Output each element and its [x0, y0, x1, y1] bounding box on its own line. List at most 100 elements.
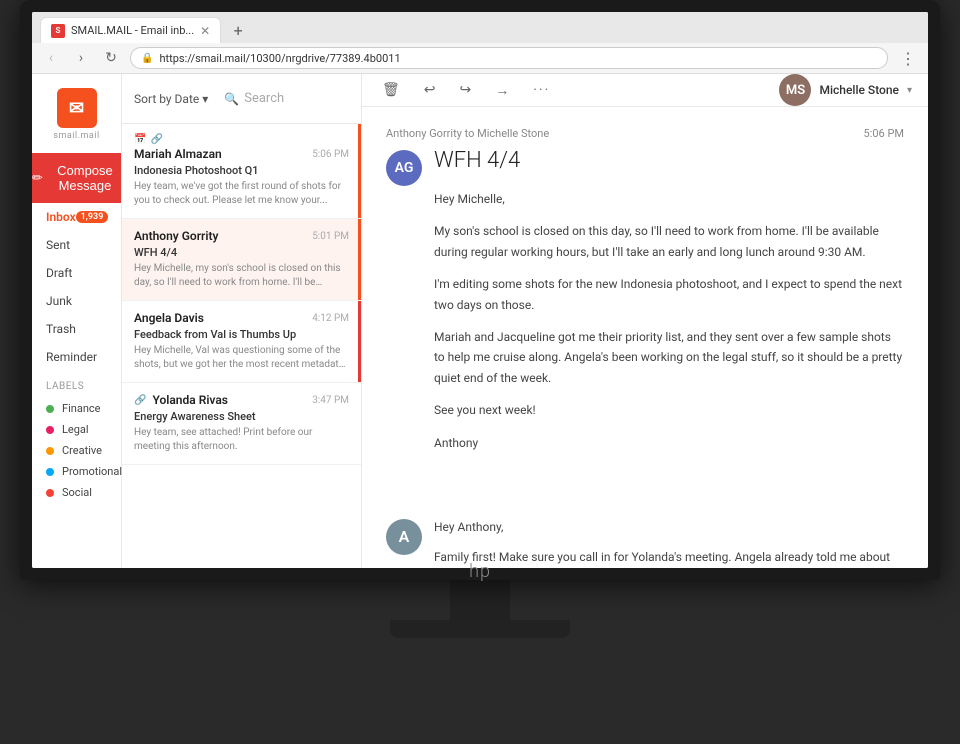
reply-body: Hey Anthony, Family first! Make sure you…: [434, 517, 904, 568]
attachment-icon: 🔗: [134, 395, 146, 406]
calendar-icon: 📅: [134, 134, 146, 145]
sort-button[interactable]: Sort by Date ▾: [134, 92, 208, 106]
email-time: 5:01 PM: [312, 231, 349, 242]
tab-close-button[interactable]: ✕: [200, 24, 210, 38]
detail-toolbar: 🗑 ↩ ↪ → ··· MS Michelle Stone ▾: [362, 74, 928, 107]
new-tab-button[interactable]: +: [225, 17, 251, 43]
email-sender: Yolanda Rivas: [152, 393, 228, 407]
sidebar-item-junk[interactable]: Junk: [32, 287, 121, 315]
logo-text: smail.mail: [53, 131, 99, 141]
compose-label: Compose Message: [49, 163, 121, 193]
logo-icon: ✉: [57, 88, 97, 128]
email-meta: Anthony Gorrity to Michelle Stone 5:06 P…: [386, 127, 904, 140]
user-profile-area: MS Michelle Stone ▾: [779, 74, 912, 106]
label-promotional[interactable]: Promotional: [46, 461, 107, 482]
email-sender: Mariah Almazan: [134, 147, 222, 161]
body-sign-off: See you next week!: [434, 400, 904, 420]
email-item[interactable]: Anthony Gorrity 5:01 PM WFH 4/4 Hey Mich…: [122, 219, 361, 301]
email-reply-section: A Hey Anthony, Family first! Make sure y…: [362, 517, 928, 568]
compose-button[interactable]: ✏ Compose Message: [32, 153, 121, 203]
app-logo: ✉ smail.mail: [32, 82, 121, 153]
label-finance[interactable]: Finance: [46, 398, 107, 419]
email-list: 📅 🔗 Mariah Almazan 5:06 PM Indonesia Pho…: [122, 124, 361, 568]
email-time: 5:06 PM: [312, 149, 349, 160]
labels-title: Labels: [46, 381, 107, 392]
sidebar-nav: Inbox 1,939 Sent Draft Junk: [32, 203, 121, 568]
forward-button[interactable]: →: [491, 78, 513, 103]
reply-avatar: A: [386, 519, 422, 555]
sidebar-reminder-label: Reminder: [46, 350, 97, 364]
email-subject-heading: WFH 4/4: [434, 148, 904, 173]
address-field[interactable]: 🔒 https://smail.mail/10300/nrgdrive/7738…: [130, 47, 888, 69]
tab-bar: S SMAIL.MAIL - Email inb... ✕ +: [32, 12, 928, 43]
inbox-badge: 1,939: [76, 211, 109, 223]
sidebar-item-reminder[interactable]: Reminder: [32, 343, 121, 371]
email-list-toolbar: Sort by Date ▾ 🔍 Search: [122, 74, 361, 124]
label-creative[interactable]: Creative: [46, 440, 107, 461]
email-subject: Energy Awareness Sheet: [134, 410, 349, 423]
email-preview: Hey team, we've got the first round of s…: [134, 180, 349, 208]
email-detail-panel: 🗑 ↩ ↪ → ··· MS Michelle Stone ▾ A: [362, 74, 928, 568]
undo-button[interactable]: ↩: [420, 78, 440, 102]
reply-para-1: Family first! Make sure you call in for …: [434, 547, 904, 568]
label-social[interactable]: Social: [46, 482, 107, 503]
sort-label: Sort by Date: [134, 92, 199, 106]
sidebar-sent-label: Sent: [46, 238, 70, 252]
sort-chevron-icon: ▾: [202, 92, 208, 106]
email-item[interactable]: 🔗 Yolanda Rivas 3:47 PM Energy Awareness…: [122, 383, 361, 465]
sidebar-item-trash[interactable]: Trash: [32, 315, 121, 343]
email-detail-content: WFH 4/4 Hey Michelle, My son's school is…: [434, 148, 904, 465]
finance-label: Finance: [62, 402, 100, 415]
body-greeting: Hey Michelle,: [434, 189, 904, 209]
more-options-button[interactable]: ···: [529, 78, 554, 102]
search-label: Search: [244, 91, 284, 106]
browser-tab[interactable]: S SMAIL.MAIL - Email inb... ✕: [40, 17, 221, 43]
monitor-stand-neck: [450, 580, 510, 620]
address-bar: ‹ › ↻ 🔒 https://smail.mail/10300/nrgdriv…: [32, 43, 928, 73]
redo-button[interactable]: ↪: [456, 78, 476, 102]
email-avatar-row: AG WFH 4/4 Hey Michelle, My son's school…: [386, 148, 904, 465]
email-sender: Angela Davis: [134, 311, 204, 325]
avatar: MS: [779, 74, 811, 106]
secure-icon: 🔒: [141, 53, 153, 64]
email-reading-area: Anthony Gorrity to Michelle Stone 5:06 P…: [362, 107, 928, 485]
body-para-3: Mariah and Jacqueline got me their prior…: [434, 327, 904, 388]
sidebar-inbox-label: Inbox: [46, 210, 76, 224]
sidebar-item-draft[interactable]: Draft: [32, 259, 121, 287]
sidebar: ✉ smail.mail ✏ Compose Message Inbox 1,9…: [32, 74, 122, 568]
body-para-1: My son's school is closed on this day, s…: [434, 221, 904, 262]
social-label: Social: [62, 486, 92, 499]
browser-menu-button[interactable]: ⋮: [896, 49, 920, 68]
social-dot: [46, 489, 54, 497]
sidebar-item-sent[interactable]: Sent: [32, 231, 121, 259]
email-item[interactable]: Angela Davis 4:12 PM Feedback from Val i…: [122, 301, 361, 383]
tab-favicon-icon: S: [51, 24, 65, 38]
search-area[interactable]: 🔍 Search: [224, 91, 349, 106]
priority-indicator: [358, 301, 361, 382]
hp-logo: hp: [469, 561, 491, 582]
email-from-to: Anthony Gorrity to Michelle Stone: [386, 127, 549, 140]
refresh-button[interactable]: ↻: [100, 47, 122, 69]
forward-button[interactable]: ›: [70, 47, 92, 69]
sidebar-junk-label: Junk: [46, 294, 72, 308]
monitor-bezel: S SMAIL.MAIL - Email inb... ✕ + ‹ › ↻ 🔒 …: [20, 0, 940, 580]
creative-label: Creative: [62, 444, 102, 457]
label-legal[interactable]: Legal: [46, 419, 107, 440]
link-icon: 🔗: [150, 134, 162, 145]
email-body: Hey Michelle, My son's school is closed …: [434, 189, 904, 453]
sidebar-item-inbox[interactable]: Inbox 1,939: [32, 203, 121, 231]
email-subject: Indonesia Photoshoot Q1: [134, 164, 349, 177]
finance-dot: [46, 405, 54, 413]
promotional-dot: [46, 468, 54, 476]
back-button[interactable]: ‹: [40, 47, 62, 69]
delete-button[interactable]: 🗑: [378, 78, 404, 102]
address-text: https://smail.mail/10300/nrgdrive/77389.…: [159, 52, 400, 65]
email-subject: WFH 4/4: [134, 246, 349, 259]
legal-dot: [46, 426, 54, 434]
email-detail-time: 5:06 PM: [864, 127, 904, 140]
reply-content: Hey Anthony, Family first! Make sure you…: [434, 517, 904, 568]
sidebar-labels-section: Labels Finance Legal Creat: [32, 371, 121, 509]
email-time: 4:12 PM: [312, 313, 349, 324]
body-signature: Anthony: [434, 433, 904, 453]
email-item[interactable]: 📅 🔗 Mariah Almazan 5:06 PM Indonesia Pho…: [122, 124, 361, 219]
